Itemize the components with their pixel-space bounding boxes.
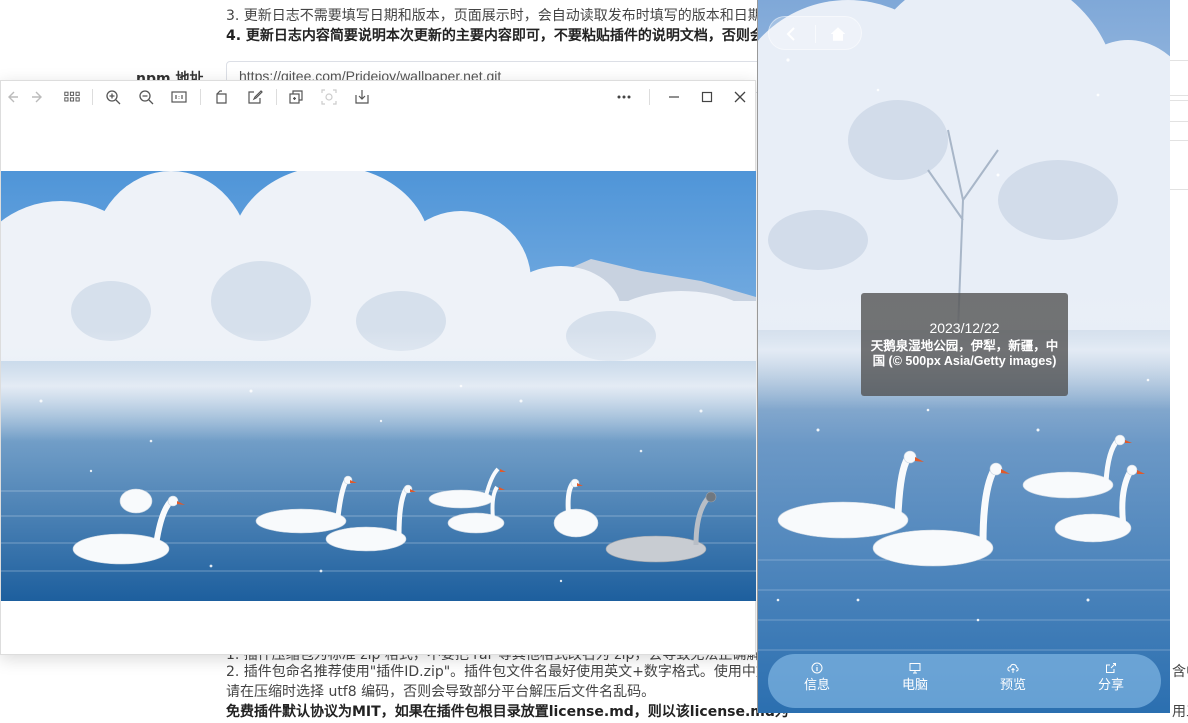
form-field-edge[interactable] — [1170, 60, 1188, 96]
wallpaper-description: 天鹅泉湿地公园，伊犁，新疆，中国 (© 500px Asia/Getty ima… — [870, 339, 1059, 368]
tab-label: 电脑 — [901, 678, 928, 693]
nav-divider — [815, 25, 816, 43]
bg-text-fragment: 用三 — [1172, 704, 1188, 720]
toolbar-divider — [200, 89, 201, 105]
zoom-in-icon[interactable] — [102, 87, 124, 107]
phone-preview: 2023/12/22 天鹅泉湿地公园，伊犁，新疆，中国 (© 500px Asi… — [757, 0, 1170, 713]
wallpaper-info-box: 2023/12/22 天鹅泉湿地公园，伊犁，新疆，中国 (© 500px Asi… — [861, 293, 1068, 396]
tab-label: 分享 — [1097, 678, 1124, 693]
bg-text-line: 3. 更新日志不需要填写日期和版本，页面展示时，会自动读取发布时填写的版本和日期 — [226, 8, 762, 24]
back-icon[interactable] — [781, 23, 803, 45]
bg-text-line: 2. 插件包命名推荐使用"插件ID.zip"。插件包文件名最好使用英文+数字格式… — [226, 664, 770, 680]
ocr-icon[interactable] — [318, 87, 340, 107]
actual-size-icon[interactable] — [168, 87, 190, 107]
tab-info[interactable]: 信息 — [787, 662, 847, 693]
bg-text-line: 4. 更新日志内容简要说明本次更新的主要内容即可，不要粘贴插件的说明文档，否则会 — [226, 28, 764, 44]
zoom-out-icon[interactable] — [135, 87, 157, 107]
rotate-icon[interactable] — [211, 87, 233, 107]
bg-text-line: 免费插件默认协议为MIT，如果在插件包根目录放置license.md，则以该li… — [226, 704, 789, 720]
tab-label: 预览 — [999, 678, 1026, 693]
minimize-icon[interactable] — [663, 87, 685, 107]
tab-preview[interactable]: 预览 — [983, 662, 1043, 693]
bg-text-fragment: 含中 — [1172, 664, 1188, 680]
tab-desktop[interactable]: 电脑 — [885, 662, 945, 693]
toolbar-divider — [276, 89, 277, 105]
copy-icon[interactable] — [285, 87, 307, 107]
form-field-edge[interactable] — [1170, 140, 1188, 190]
tab-label: 信息 — [803, 678, 830, 693]
toolbar-divider — [92, 89, 93, 105]
image-viewer-window — [0, 80, 756, 655]
toolbar-divider — [649, 89, 650, 105]
close-icon[interactable] — [729, 87, 751, 107]
home-icon[interactable] — [827, 23, 849, 45]
share-icon — [1106, 663, 1116, 673]
grid-icon[interactable] — [61, 87, 83, 107]
wallpaper-date: 2023/12/22 — [929, 320, 1000, 336]
info-icon — [811, 662, 823, 674]
maximize-icon[interactable] — [696, 87, 718, 107]
viewer-toolbar — [1, 81, 755, 111]
more-icon[interactable] — [613, 87, 635, 107]
form-field-edge[interactable] — [1170, 100, 1188, 122]
arrow-left-icon[interactable] — [1, 87, 23, 107]
swan-lake-photo — [1, 171, 756, 601]
monitor-icon — [909, 663, 921, 674]
download-icon[interactable] — [351, 87, 373, 107]
edit-icon[interactable] — [244, 87, 266, 107]
arrow-right-icon[interactable] — [27, 87, 49, 107]
bg-text-line: 请在压缩时选择 utf8 编码，否则会导致部分平台解压后文件名乱码。 — [226, 684, 656, 700]
nav-capsule — [768, 16, 862, 50]
bottom-tab-bar: 信息 电脑 预览 分享 — [768, 654, 1161, 708]
cloud-icon — [1007, 663, 1019, 673]
tab-share[interactable]: 分享 — [1081, 662, 1141, 693]
